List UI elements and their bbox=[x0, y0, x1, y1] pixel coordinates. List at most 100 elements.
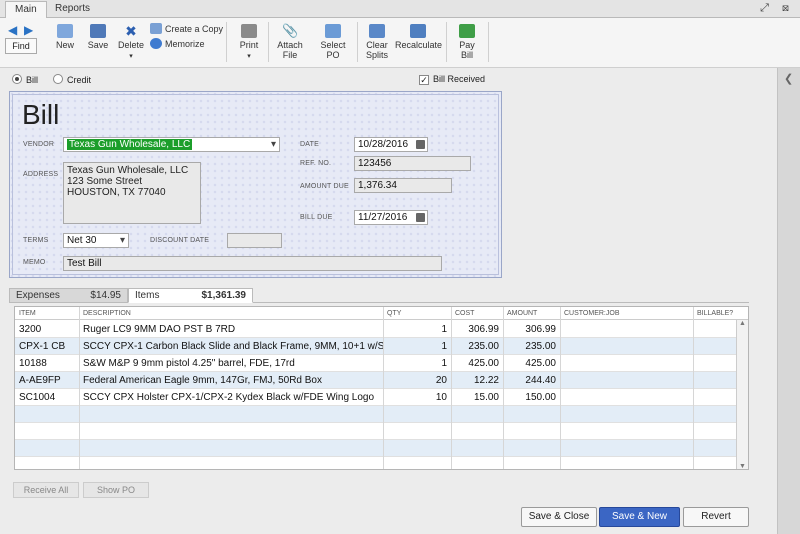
scroll-down-icon[interactable]: ▼ bbox=[739, 463, 746, 469]
bill-received-checkbox[interactable]: ✓ Bill Received bbox=[419, 74, 485, 85]
print-button[interactable]: Print ▾ bbox=[236, 24, 262, 62]
next-arrow-icon[interactable]: ▶ bbox=[24, 23, 33, 37]
create-copy-button[interactable]: Create a Copy bbox=[150, 23, 223, 35]
select-label: Select bbox=[320, 40, 346, 50]
vertical-scrollbar[interactable]: ▲ ▼ bbox=[736, 320, 748, 469]
items-table[interactable]: ITEM DESCRIPTION QTY COST AMOUNT CUSTOME… bbox=[14, 306, 749, 470]
new-label: New bbox=[55, 40, 74, 50]
empty-table-row[interactable] bbox=[15, 423, 737, 440]
cell-amount[interactable]: 244.40 bbox=[503, 372, 560, 389]
cell-amount[interactable]: 235.00 bbox=[503, 338, 560, 355]
amount-due-field[interactable]: 1,376.34 bbox=[354, 178, 452, 193]
cell-item[interactable]: SC1004 bbox=[15, 389, 79, 406]
cell-qty[interactable]: 20 bbox=[383, 372, 451, 389]
empty-table-row[interactable] bbox=[15, 406, 737, 423]
expand-panel-chevron-icon[interactable]: ❮ bbox=[784, 72, 793, 85]
empty-table-row[interactable] bbox=[15, 457, 737, 469]
splits-label: Splits bbox=[365, 50, 388, 60]
vendor-value: Texas Gun Wholesale, LLC bbox=[67, 139, 193, 150]
calendar-icon[interactable] bbox=[416, 140, 425, 149]
tab-main[interactable]: Main bbox=[5, 1, 47, 18]
scroll-up-icon[interactable]: ▲ bbox=[739, 320, 746, 327]
cell-qty[interactable]: 1 bbox=[383, 321, 451, 338]
cell-item[interactable]: CPX-1 CB bbox=[15, 338, 79, 355]
save-label: Save bbox=[87, 40, 109, 50]
table-row[interactable]: A-AE9FP Federal American Eagle 9mm, 147Gr… bbox=[15, 372, 737, 389]
empty-table-row[interactable] bbox=[15, 440, 737, 457]
po-label: PO bbox=[326, 50, 340, 60]
credit-radio[interactable]: Credit bbox=[53, 74, 91, 85]
select-po-button[interactable]: Select PO bbox=[318, 24, 348, 60]
toolbar: ◀ ▶ Find New Save ✖ Delete ▾ Create a Cop… bbox=[0, 18, 800, 68]
cell-item[interactable]: 10188 bbox=[15, 355, 79, 372]
attach-file-button[interactable]: 📎 Attach File bbox=[275, 24, 305, 61]
cell-cost[interactable]: 425.00 bbox=[451, 355, 503, 372]
recalculate-button[interactable]: Recalculate bbox=[395, 24, 442, 50]
new-button[interactable]: New bbox=[52, 24, 78, 50]
address-label: ADDRESS bbox=[23, 171, 59, 178]
cell-description[interactable]: SCCY CPX Holster CPX-1/CPX-2 Kydex Black… bbox=[79, 389, 383, 406]
column-header-amount[interactable]: AMOUNT bbox=[503, 307, 560, 320]
cell-cost[interactable]: 12.22 bbox=[451, 372, 503, 389]
cell-description[interactable]: Federal American Eagle 9mm, 147Gr, FMJ, … bbox=[79, 372, 383, 389]
bill-radio[interactable]: Bill bbox=[12, 74, 38, 85]
cell-description[interactable]: Ruger LC9 9MM DAO PST B 7RD bbox=[79, 321, 383, 338]
cell-description[interactable]: SCCY CPX-1 Carbon Black Slide and Black … bbox=[79, 338, 383, 355]
cell-qty[interactable]: 10 bbox=[383, 389, 451, 406]
table-row[interactable]: SC1004 SCCY CPX Holster CPX-1/CPX-2 Kydex… bbox=[15, 389, 737, 406]
cell-amount[interactable]: 425.00 bbox=[503, 355, 560, 372]
memo-field[interactable]: Test Bill bbox=[63, 256, 442, 271]
column-header-item[interactable]: ITEM bbox=[15, 307, 79, 320]
column-header-cost[interactable]: COST bbox=[451, 307, 503, 320]
table-row[interactable]: CPX-1 CB SCCY CPX-1 Carbon Black Slide an… bbox=[15, 338, 737, 355]
date-field[interactable]: 10/28/2016 bbox=[354, 137, 428, 152]
cell-description[interactable]: S&W M&P 9 9mm pistol 4.25" barrel, FDE, … bbox=[79, 355, 383, 372]
tab-expenses[interactable]: Expenses $14.95 bbox=[9, 288, 128, 303]
bill-window: Main Reports ⤢ ⊠ ◀ ▶ Find New Save ✖ Del… bbox=[0, 0, 800, 534]
receive-all-button[interactable]: Receive All bbox=[13, 482, 79, 498]
clear-splits-button[interactable]: Clear Splits bbox=[362, 24, 392, 60]
cell-cost[interactable]: 15.00 bbox=[451, 389, 503, 406]
pay-bill-button[interactable]: Pay Bill bbox=[453, 24, 481, 60]
memo-label: MEMO bbox=[23, 259, 46, 266]
table-row[interactable]: 10188 S&W M&P 9 9mm pistol 4.25" barrel, … bbox=[15, 355, 737, 372]
cell-cost[interactable]: 306.99 bbox=[451, 321, 503, 338]
column-header-description[interactable]: DESCRIPTION bbox=[79, 307, 383, 320]
bill-due-field[interactable]: 11/27/2016 bbox=[354, 210, 428, 225]
column-header-qty[interactable]: QTY bbox=[383, 307, 451, 320]
previous-arrow-icon[interactable]: ◀ bbox=[8, 23, 17, 37]
address-line: Texas Gun Wholesale, LLC bbox=[67, 165, 189, 176]
delete-button[interactable]: ✖ Delete ▾ bbox=[116, 24, 146, 62]
find-button[interactable]: Find bbox=[5, 38, 37, 54]
cell-item[interactable]: A-AE9FP bbox=[15, 372, 79, 389]
cell-item[interactable]: 3200 bbox=[15, 321, 79, 338]
ref-no-field[interactable]: 123456 bbox=[354, 156, 471, 171]
tab-items[interactable]: Items $1,361.39 bbox=[128, 288, 253, 303]
cell-qty[interactable]: 1 bbox=[383, 338, 451, 355]
cell-qty[interactable]: 1 bbox=[383, 355, 451, 372]
history-side-panel[interactable]: ❮ bbox=[777, 68, 800, 534]
vendor-label: VENDOR bbox=[23, 141, 55, 148]
column-header-billable[interactable]: BILLABLE? bbox=[693, 307, 748, 320]
terms-dropdown[interactable]: Net 30 bbox=[63, 233, 129, 248]
tab-reports[interactable]: Reports bbox=[46, 1, 99, 18]
save-button[interactable]: Save bbox=[85, 24, 111, 50]
window-controls-icon[interactable]: ⤢ ⊠ bbox=[760, 2, 794, 15]
checkmark-icon: ✓ bbox=[419, 75, 429, 85]
revert-button[interactable]: Revert bbox=[683, 507, 749, 527]
show-po-button[interactable]: Show PO bbox=[83, 482, 149, 498]
vendor-dropdown[interactable]: Texas Gun Wholesale, LLC bbox=[63, 137, 280, 152]
cell-cost[interactable]: 235.00 bbox=[451, 338, 503, 355]
cell-amount[interactable]: 306.99 bbox=[503, 321, 560, 338]
address-box[interactable]: Texas Gun Wholesale, LLC 123 Some Street… bbox=[63, 162, 201, 224]
separator bbox=[488, 22, 489, 62]
copy-icon bbox=[150, 23, 162, 34]
save-close-button[interactable]: Save & Close bbox=[521, 507, 597, 527]
table-row[interactable]: 3200 Ruger LC9 9MM DAO PST B 7RD 1 306.99 30… bbox=[15, 321, 737, 338]
cell-amount[interactable]: 150.00 bbox=[503, 389, 560, 406]
calendar-icon[interactable] bbox=[416, 213, 425, 222]
discount-date-field[interactable] bbox=[227, 233, 282, 248]
column-header-customer-job[interactable]: CUSTOMER:JOB bbox=[560, 307, 693, 320]
save-new-button[interactable]: Save & New bbox=[599, 507, 680, 527]
memorize-button[interactable]: Memorize bbox=[150, 38, 205, 50]
